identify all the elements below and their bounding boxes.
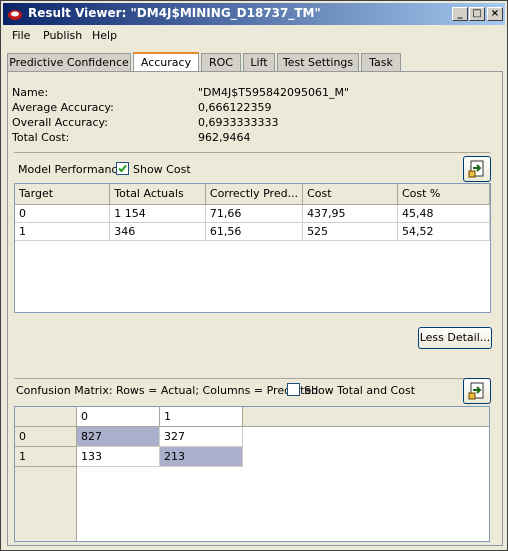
overall-accuracy-label: Overall Accuracy: [12,116,108,129]
table-cell: 1 [15,222,111,241]
table-row[interactable]: 0 1 154 71,66 437,95 45,48 [15,204,490,223]
table-cell: 0 [15,204,111,223]
checkmark-icon [118,164,127,173]
model-performance-label: Model Performance [18,163,125,176]
column-header-correctly-predicted[interactable]: Correctly Pred... [205,184,304,205]
header-filler [243,407,489,427]
column-header-0[interactable]: 0 [77,407,160,427]
app-icon [8,10,22,20]
less-detail-button[interactable]: Less Detail... [418,327,492,349]
tab-roc[interactable]: ROC [201,53,241,71]
total-cost-label: Total Cost: [12,131,70,144]
accuracy-panel: Name: "DM4J$T595842095061_M" Average Acc… [7,71,503,546]
show-total-cost-label: Show Total and Cost [304,384,416,397]
table-cell: 437,95 [302,204,398,223]
row-header-1[interactable]: 1 [15,447,77,467]
result-viewer-window: Result Viewer: "DM4J$MINING_D18737_TM" _… [0,0,508,551]
show-cost-label: Show Cost [133,163,191,176]
average-accuracy-value: 0,666122359 [198,101,272,114]
export-icon [468,382,484,400]
tab-predictive-confidence[interactable]: Predictive Confidence [7,53,131,71]
export-confusion-button[interactable] [463,378,491,404]
menu-file[interactable]: File [12,29,30,42]
menu-help[interactable]: Help [92,29,117,42]
confusion-matrix-table: 0 1 0 1 827 327 133 213 [14,406,490,542]
table-cell: 1 154 [109,204,206,223]
menu-bar: File Publish Help [3,27,505,45]
matrix-cell[interactable]: 133 [77,447,160,467]
menu-publish[interactable]: Publish [43,29,82,42]
corner-cell [15,407,77,427]
total-cost-value: 962,9464 [198,131,251,144]
table-cell: 525 [302,222,398,241]
tab-task[interactable]: Task [361,53,401,71]
window-title: Result Viewer: "DM4J$MINING_D18737_TM" [28,6,321,20]
average-accuracy-label: Average Accuracy: [12,101,114,114]
table-row[interactable]: 1 346 61,56 525 54,52 [15,222,490,241]
confusion-matrix-label: Confusion Matrix: Rows = Actual; Columns… [16,384,319,397]
show-total-cost-checkbox[interactable] [287,383,300,396]
tab-lift[interactable]: Lift [243,53,275,71]
column-header-total-actuals[interactable]: Total Actuals [109,184,206,205]
tab-accuracy[interactable]: Accuracy [133,52,199,71]
model-performance-table: Target Total Actuals Correctly Pred... C… [14,183,491,313]
row-header-0[interactable]: 0 [15,427,77,447]
title-bar[interactable]: Result Viewer: "DM4J$MINING_D18737_TM" _… [3,3,505,25]
maximize-button[interactable]: □ [469,7,485,21]
table-cell: 45,48 [397,204,490,223]
matrix-cell[interactable]: 827 [77,427,160,447]
minimize-button[interactable]: _ [452,7,468,21]
column-header-cost[interactable]: Cost [302,184,398,205]
column-header-1[interactable]: 1 [160,407,243,427]
overall-accuracy-value: 0,6933333333 [198,116,279,129]
separator [14,152,490,153]
name-value: "DM4J$T595842095061_M" [198,86,350,99]
name-label: Name: [12,86,49,99]
matrix-cell[interactable]: 327 [160,427,243,447]
table-cell: 71,66 [205,204,304,223]
table-cell: 54,52 [397,222,490,241]
table-cell: 346 [109,222,206,241]
close-button[interactable]: × [487,7,503,21]
column-header-target[interactable]: Target [15,184,111,205]
matrix-cell[interactable]: 213 [160,447,243,467]
tab-test-settings[interactable]: Test Settings [277,53,359,71]
separator [14,378,490,379]
show-cost-checkbox[interactable] [116,162,129,175]
export-button[interactable] [463,156,491,182]
column-header-cost-percent[interactable]: Cost % [397,184,490,205]
table-cell: 61,56 [205,222,304,241]
export-icon [468,160,484,178]
